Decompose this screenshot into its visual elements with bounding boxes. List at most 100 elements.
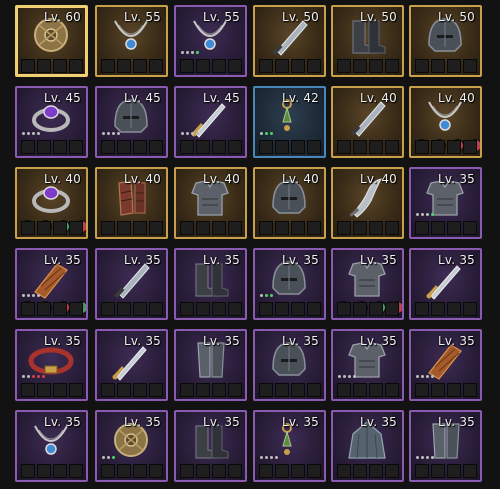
enhance-dot: [102, 456, 105, 459]
socket-slot: [133, 302, 147, 316]
inventory-slot[interactable]: Lv. 35: [174, 248, 247, 320]
enhance-dot: [265, 132, 268, 135]
enhance-dots: [102, 132, 120, 135]
socket-slot: [228, 59, 242, 73]
enhance-dot: [265, 456, 268, 459]
socket-slots: [259, 302, 321, 316]
inventory-slot[interactable]: Lv. 35: [409, 248, 482, 320]
enhance-dots: [22, 132, 40, 135]
inventory-slot[interactable]: Lv. 40: [331, 167, 404, 239]
socket-slot: [369, 464, 383, 478]
inventory-slot[interactable]: Lv. 40: [253, 167, 326, 239]
socket-slot: [259, 140, 273, 154]
inventory-slot[interactable]: Lv. 35: [331, 329, 404, 401]
inventory-slot[interactable]: Lv. 40: [15, 167, 88, 239]
socket-slots: [101, 221, 163, 235]
socket-slot: [415, 464, 429, 478]
inventory-slot[interactable]: Lv. 35: [15, 248, 88, 320]
socket-slot: [196, 464, 210, 478]
socket-slot: [307, 464, 321, 478]
socket-slot: [431, 140, 445, 154]
socket-slot: [463, 302, 477, 316]
socket-slot: [415, 302, 429, 316]
inventory-slot[interactable]: Lv. 35: [95, 329, 168, 401]
socket-slot: [291, 221, 305, 235]
inventory-slot[interactable]: Lv. 45: [174, 86, 247, 158]
inventory-slot[interactable]: Lv. 42: [253, 86, 326, 158]
socket-slot: [196, 59, 210, 73]
inventory-slot[interactable]: Lv. 35: [253, 410, 326, 482]
socket-slot: [291, 59, 305, 73]
socket-slot: [101, 464, 115, 478]
item-level: Lv. 35: [438, 253, 475, 267]
socket-slot: [37, 383, 51, 397]
socket-slot: [431, 221, 445, 235]
inventory-slot[interactable]: Lv. 55: [95, 5, 168, 77]
item-level: Lv. 35: [44, 253, 81, 267]
socket-slots: [101, 140, 163, 154]
inventory-slot[interactable]: Lv. 45: [15, 86, 88, 158]
socket-slot: [353, 221, 367, 235]
inventory-slot[interactable]: Lv. 35: [174, 329, 247, 401]
socket-slot: [447, 383, 461, 397]
inventory-slot[interactable]: Lv. 40: [174, 167, 247, 239]
socket-slot: [212, 464, 226, 478]
inventory-slot[interactable]: Lv. 35: [253, 329, 326, 401]
inventory-slot[interactable]: Lv. 35: [95, 248, 168, 320]
socket-slot: [337, 383, 351, 397]
socket-slot: [385, 302, 399, 316]
enhance-dot: [426, 213, 429, 216]
item-level: Lv. 35: [44, 415, 81, 429]
socket-slots: [21, 59, 83, 73]
enhance-dot: [270, 294, 273, 297]
socket-slot: [180, 383, 194, 397]
socket-slot: [133, 221, 147, 235]
socket-slot: [353, 302, 367, 316]
inventory-slot[interactable]: Lv. 55: [174, 5, 247, 77]
socket-slot: [307, 140, 321, 154]
inventory-slot[interactable]: Lv. 45: [95, 86, 168, 158]
enhance-dot: [42, 375, 45, 378]
socket-slots: [21, 221, 83, 235]
enhance-dot: [275, 456, 278, 459]
inventory-slot[interactable]: Lv. 35: [331, 248, 404, 320]
socket-slot: [69, 59, 83, 73]
enhance-dot: [416, 213, 419, 216]
socket-slot: [69, 464, 83, 478]
socket-slot: [69, 302, 83, 316]
inventory-slot[interactable]: Lv. 35: [15, 410, 88, 482]
inventory-slot[interactable]: Lv. 40: [95, 167, 168, 239]
socket-slot: [275, 302, 289, 316]
inventory-slot[interactable]: Lv. 35: [409, 329, 482, 401]
item-level: Lv. 40: [282, 172, 319, 186]
inventory-grid: Lv. 60 Lv. 55 Lv. 55 Lv. 50 Lv. 50 Lv. 50 Lv. …: [0, 0, 500, 489]
inventory-slot[interactable]: Lv. 60: [15, 5, 88, 77]
inventory-slot[interactable]: Lv. 35: [253, 248, 326, 320]
inventory-slot[interactable]: Lv. 40: [331, 86, 404, 158]
socket-slot: [212, 221, 226, 235]
inventory-slot[interactable]: Lv. 35: [95, 410, 168, 482]
socket-slot: [259, 383, 273, 397]
enhance-dot: [181, 132, 184, 135]
socket-slot: [259, 59, 273, 73]
enhance-dot: [421, 213, 424, 216]
item-level: Lv. 40: [360, 172, 397, 186]
inventory-slot[interactable]: Lv. 35: [409, 410, 482, 482]
enhance-dot: [37, 375, 40, 378]
inventory-slot[interactable]: Lv. 50: [331, 5, 404, 77]
inventory-slot[interactable]: Lv. 35: [331, 410, 404, 482]
socket-slot: [307, 383, 321, 397]
enhance-dots: [181, 51, 199, 54]
inventory-slot[interactable]: Lv. 35: [174, 410, 247, 482]
inventory-slot[interactable]: Lv. 50: [253, 5, 326, 77]
inventory-slot[interactable]: Lv. 35: [409, 167, 482, 239]
socket-slots: [259, 221, 321, 235]
inventory-slot[interactable]: Lv. 40: [409, 86, 482, 158]
socket-slot: [69, 140, 83, 154]
socket-slot: [228, 140, 242, 154]
item-level: Lv. 40: [44, 172, 81, 186]
inventory-slot[interactable]: Lv. 50: [409, 5, 482, 77]
item-level: Lv. 45: [203, 91, 240, 105]
socket-slot: [180, 464, 194, 478]
inventory-slot[interactable]: Lv. 35: [15, 329, 88, 401]
